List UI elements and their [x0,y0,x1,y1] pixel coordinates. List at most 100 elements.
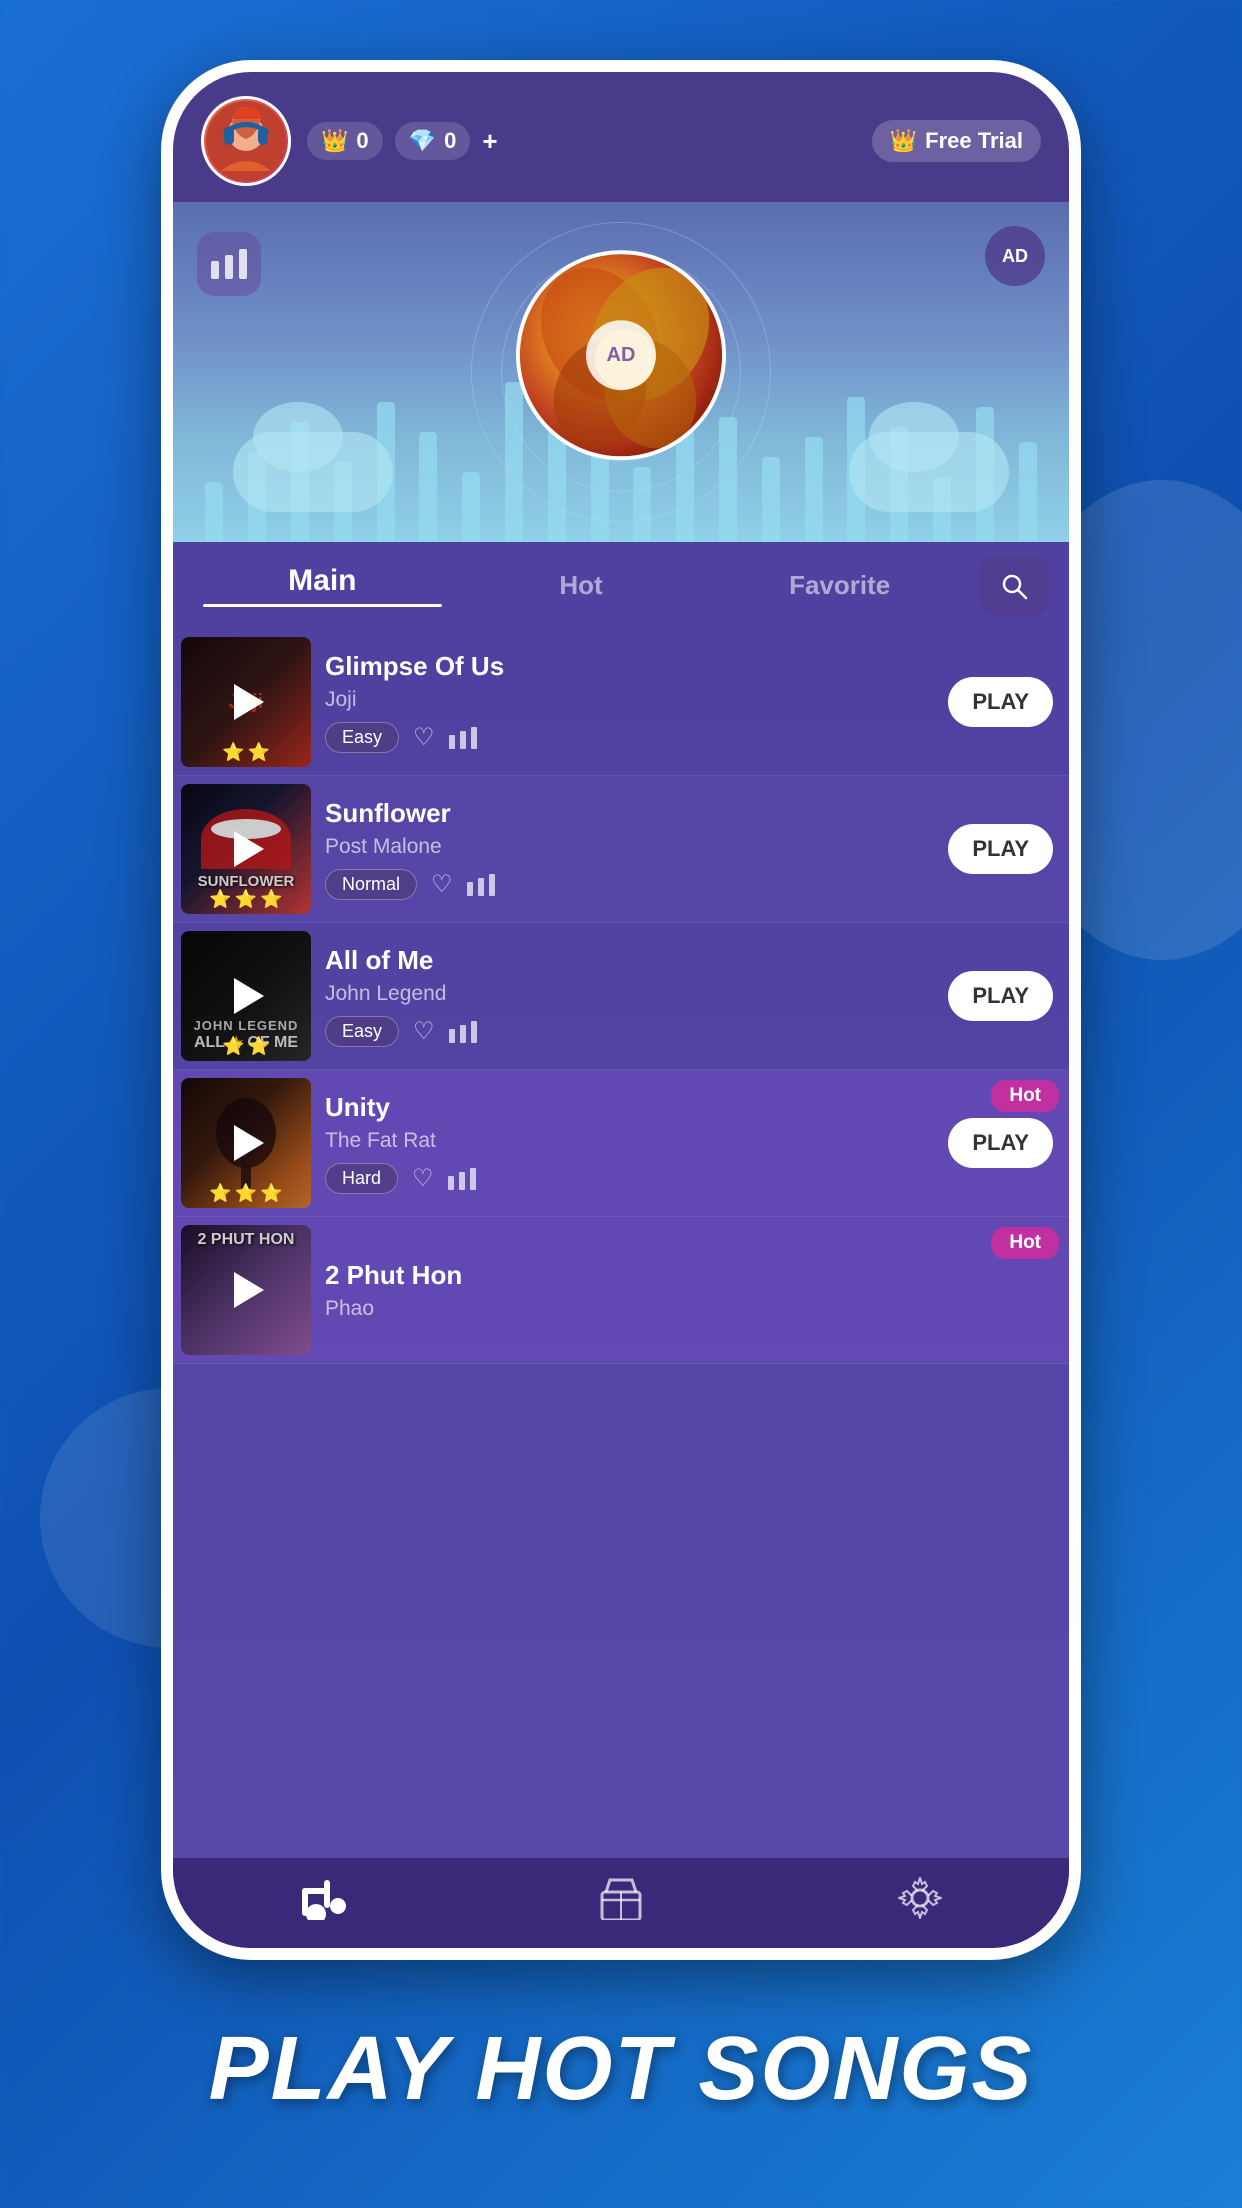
tab-hot-label: Hot [462,570,701,601]
hot-badge: Hot [991,1080,1059,1112]
settings-icon [897,1876,943,1920]
song-info: All of Me John Legend Easy ♡ [311,933,948,1059]
difficulty-badge: Easy [325,1016,399,1047]
audio-bar [976,407,994,542]
gem-value: 0 [444,128,456,154]
favorite-button[interactable]: ♡ [413,723,435,752]
currency-group: 👑 0 💎 0 + [307,122,856,160]
play-button-label: PLAY [972,836,1029,861]
tab-hot[interactable]: Hot [452,548,711,623]
tab-favorite-label: Favorite [720,570,959,601]
song-title: Unity [325,1092,934,1123]
audio-bar [377,402,395,542]
play-button[interactable]: PLAY [948,824,1053,874]
play-button-label: PLAY [972,983,1029,1008]
stats-icon[interactable] [467,874,495,896]
free-trial-button[interactable]: 👑 Free Trial [872,120,1041,162]
song-info: Unity The Fat Rat Hard ♡ [311,1080,948,1206]
audio-bar [1019,442,1037,542]
song-meta: Easy ♡ [325,722,934,753]
play-overlay [181,1225,311,1355]
song-title: 2 Phut Hon [325,1260,1055,1291]
play-triangle-icon [234,1125,264,1161]
song-thumbnail[interactable]: JOHN LEGEND ALL ★ OF ME ⭐ ⭐ [181,931,311,1061]
play-button-label: PLAY [972,689,1029,714]
play-button[interactable]: PLAY [948,971,1053,1021]
song-item: SUNFLOWER ⭐ ⭐ ⭐ Sunflower Post Malone [173,776,1069,923]
audio-bar [933,477,951,542]
nav-settings[interactable] [770,1876,1069,1920]
top-bar: 👑 0 💎 0 + 👑 Free Trial [173,72,1069,202]
song-info: Glimpse Of Us Joji Easy ♡ [311,639,948,765]
tab-favorite[interactable]: Favorite [710,548,969,623]
song-thumbnail[interactable]: 2 PHUT HON [181,1225,311,1355]
crown-icon: 👑 [321,128,348,154]
audio-bar [291,422,309,542]
song-artist: Phao [325,1297,1055,1321]
tagline-text: PLAY HOT SONGS [209,2020,1034,2119]
song-item: Joji ⭐ ⭐ Glimpse Of Us Joji Easy ♡ [173,629,1069,776]
stats-icon[interactable] [449,1021,477,1043]
song-meta: Normal ♡ [325,869,934,900]
audio-bar [334,462,352,542]
avatar[interactable] [201,96,291,186]
gem-icon: 💎 [409,128,436,154]
song-title: All of Me [325,945,934,976]
favorite-button[interactable]: ♡ [413,1017,435,1046]
free-trial-label: Free Trial [925,128,1023,154]
song-list: Joji ⭐ ⭐ Glimpse Of Us Joji Easy ♡ [173,629,1069,1858]
difficulty-badge: Easy [325,722,399,753]
stats-icon[interactable] [448,1168,476,1190]
song-thumbnail[interactable]: ⭐ ⭐ ⭐ [181,1078,311,1208]
song-meta: Hard ♡ [325,1163,934,1194]
play-triangle-icon [234,684,264,720]
ad-icon-label: AD [1002,246,1028,267]
song-item: JOHN LEGEND ALL ★ OF ME ⭐ ⭐ All of Me Jo… [173,923,1069,1070]
add-currency-button[interactable]: + [482,126,497,157]
play-button[interactable]: PLAY [948,677,1053,727]
ad-button[interactable]: AD [985,226,1045,286]
favorite-button[interactable]: ♡ [431,870,453,899]
audio-bar [890,427,908,542]
audio-bar [805,437,823,542]
hot-badge: Hot [991,1227,1059,1259]
nav-music[interactable] [173,1876,472,1920]
album-art[interactable]: AD [516,250,726,460]
play-button[interactable]: PLAY [948,1118,1053,1168]
song-thumbnail[interactable]: Joji ⭐ ⭐ [181,637,311,767]
song-artist: Joji [325,688,934,712]
phone-frame: 👑 0 💎 0 + 👑 Free Trial [161,60,1081,1960]
song-info: 2 Phut Hon Phao [311,1248,1069,1333]
play-triangle-icon [234,1272,264,1308]
tab-bar: Main Hot Favorite [173,542,1069,629]
song-title: Sunflower [325,798,934,829]
audio-bar [419,432,437,542]
tab-main[interactable]: Main [193,542,452,629]
stats-icon[interactable] [449,727,477,749]
favorite-button[interactable]: ♡ [412,1164,434,1193]
search-button[interactable] [979,556,1049,616]
song-artist: John Legend [325,982,934,1006]
song-meta: Easy ♡ [325,1016,934,1047]
gold-currency: 👑 0 [307,122,383,160]
song-item-hot: ⭐ ⭐ ⭐ Unity The Fat Rat Hard ♡ [173,1070,1069,1217]
stats-button[interactable] [197,232,261,296]
difficulty-badge: Normal [325,869,417,900]
bottom-nav [173,1858,1069,1948]
shop-icon [598,1876,644,1920]
music-note-icon [296,1876,348,1920]
gem-currency: 💎 0 [395,122,471,160]
gold-value: 0 [356,128,368,154]
audio-bar [847,397,865,542]
song-info: Sunflower Post Malone Normal ♡ [311,786,948,912]
phone-screen: 👑 0 💎 0 + 👑 Free Trial [173,72,1069,1948]
trial-crown-icon: 👑 [890,128,917,154]
play-button-label: PLAY [972,1130,1029,1155]
album-ad-label: AD [586,320,656,390]
difficulty-badge: Hard [325,1163,398,1194]
nav-shop[interactable] [472,1876,771,1920]
tab-main-underline [203,604,442,607]
song-thumbnail[interactable]: SUNFLOWER ⭐ ⭐ ⭐ [181,784,311,914]
song-item-hot: 2 PHUT HON 2 Phut Hon Phao Hot [173,1217,1069,1364]
tagline-area: PLAY HOT SONGS [209,1960,1034,2208]
